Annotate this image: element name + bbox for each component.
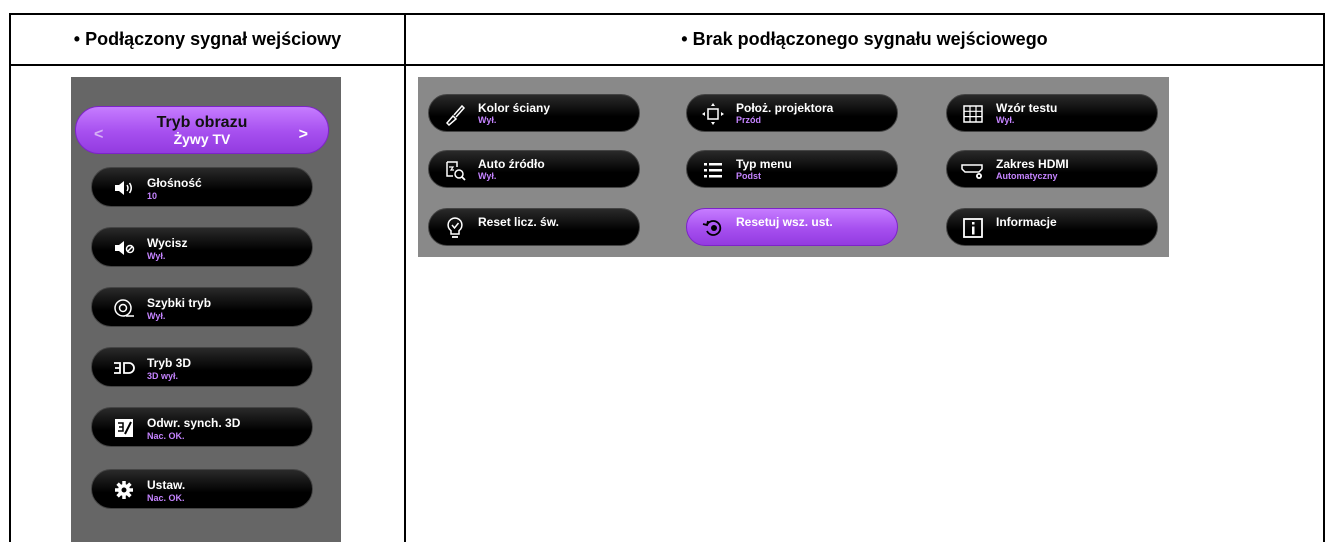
menu-item-3d-sync-invert[interactable]: Odwr. synch. 3D Nac. OK. <box>91 407 313 447</box>
menu-item-value: Wył. <box>478 171 497 181</box>
menu-item-value: Podst <box>736 171 762 181</box>
menu-item-value: 10 <box>147 191 158 201</box>
menu-item-reset-all[interactable]: Resetuj wsz. ust. <box>686 208 898 246</box>
osd-menu-no-signal: Kolor ściany Wył. Położ. projektora Przó… <box>418 77 1169 257</box>
menu-item-value: 3D wył. <box>147 371 179 381</box>
menu-list-icon <box>701 158 725 182</box>
hdmi-range-icon <box>961 158 985 182</box>
volume-icon <box>112 176 136 200</box>
paint-brush-icon <box>443 102 467 126</box>
menu-item-volume[interactable]: Głośność 10 <box>91 167 313 207</box>
menu-item-mute[interactable]: Wycisz Wył. <box>91 227 313 267</box>
menu-item-label: Położ. projektora <box>736 101 834 115</box>
menu-item-value: Nac. OK. <box>147 493 185 503</box>
osd-menu-with-signal: < Tryb obrazu Żywy TV > Głośność 10 Wyci… <box>71 77 341 542</box>
menu-item-label: Reset licz. św. <box>478 215 559 229</box>
picture-mode-label: Tryb obrazu <box>156 114 248 131</box>
info-icon <box>961 216 985 240</box>
3d-sync-invert-icon <box>112 416 136 440</box>
menu-item-auto-source[interactable]: Auto źródło Wył. <box>428 150 640 188</box>
menu-item-value: Automatyczny <box>996 171 1058 181</box>
menu-item-lamp-reset[interactable]: Reset licz. św. <box>428 208 640 246</box>
menu-item-3d-mode[interactable]: Tryb 3D 3D wył. <box>91 347 313 387</box>
reset-all-icon <box>701 216 725 240</box>
table-border-right <box>1323 13 1325 542</box>
menu-item-settings[interactable]: Ustaw. Nac. OK. <box>91 469 313 509</box>
menu-item-label: Typ menu <box>736 157 792 171</box>
picture-mode-value: Żywy TV <box>173 131 231 147</box>
chevron-right-icon[interactable]: > <box>299 126 308 144</box>
table-border-header <box>9 64 1325 66</box>
auto-source-icon <box>443 158 467 182</box>
menu-item-label: Auto źródło <box>478 157 545 171</box>
menu-item-label: Zakres HDMI <box>996 157 1069 171</box>
menu-item-label: Wycisz <box>147 236 188 250</box>
menu-item-value: Wył. <box>147 251 166 261</box>
mute-icon <box>112 236 136 260</box>
menu-item-label: Tryb 3D <box>147 356 192 370</box>
menu-item-value: Wył. <box>478 115 497 125</box>
menu-item-label: Wzór testu <box>996 101 1058 115</box>
fast-mode-icon <box>112 296 136 320</box>
3d-icon <box>112 356 136 380</box>
menu-item-label: Resetuj wsz. ust. <box>736 215 833 229</box>
menu-item-label: Ustaw. <box>147 478 186 492</box>
menu-item-information[interactable]: Informacje <box>946 208 1158 246</box>
menu-item-value: Wył. <box>147 311 166 321</box>
table-border-left <box>9 13 11 542</box>
menu-item-test-pattern[interactable]: Wzór testu Wył. <box>946 94 1158 132</box>
menu-item-fast-mode[interactable]: Szybki tryb Wył. <box>91 287 313 327</box>
header-left: • Podłączony sygnał wejściowy <box>73 28 342 49</box>
gear-icon <box>112 478 136 502</box>
lamp-reset-icon <box>443 216 467 240</box>
menu-item-projector-position[interactable]: Położ. projektora Przód <box>686 94 898 132</box>
menu-item-hdmi-range[interactable]: Zakres HDMI Automatyczny <box>946 150 1158 188</box>
picture-mode-selector[interactable]: < Tryb obrazu Żywy TV > <box>75 106 329 154</box>
menu-item-label: Odwr. synch. 3D <box>147 416 241 430</box>
menu-item-wall-color[interactable]: Kolor ściany Wył. <box>428 94 640 132</box>
projector-position-icon <box>701 102 725 126</box>
menu-item-label: Informacje <box>996 215 1057 229</box>
header-right: • Brak podłączonego sygnału wejściowego <box>681 28 1048 49</box>
menu-item-value: Wył. <box>996 115 1015 125</box>
table-border-middle <box>404 13 406 542</box>
menu-item-label: Głośność <box>147 176 202 190</box>
test-pattern-icon <box>961 102 985 126</box>
menu-item-value: Przód <box>736 115 762 125</box>
menu-item-label: Szybki tryb <box>147 296 212 310</box>
menu-item-label: Kolor ściany <box>478 101 551 115</box>
menu-item-value: Nac. OK. <box>147 431 185 441</box>
menu-item-menu-type[interactable]: Typ menu Podst <box>686 150 898 188</box>
